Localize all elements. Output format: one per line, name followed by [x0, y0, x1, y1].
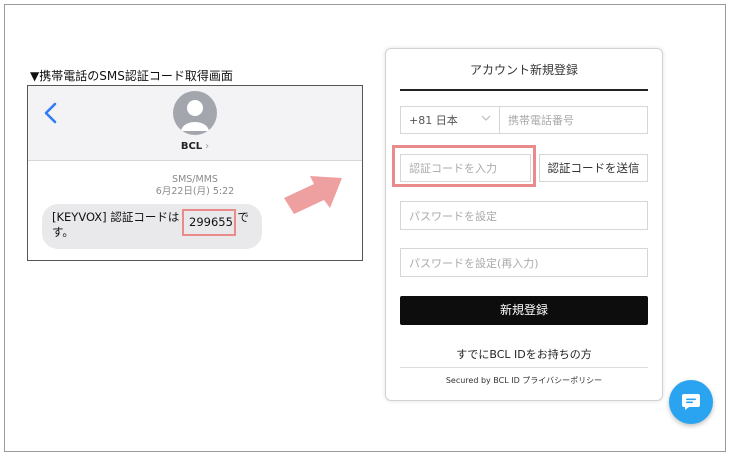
- contact-name-text: BCL: [180, 141, 203, 152]
- sms-message-suffix: で: [237, 210, 249, 224]
- signup-card: アカウント新規登録 +81 日本 携帯電話番号 認証コードを入力 認証コードを送…: [385, 48, 663, 401]
- chevron-down-icon: [481, 115, 491, 121]
- title-divider: [400, 89, 648, 91]
- sms-message-prefix: [KEYVOX] 認証コードは: [52, 210, 180, 224]
- verification-code-input[interactable]: 認証コードを入力: [400, 154, 531, 182]
- footer-divider: [400, 367, 648, 368]
- signup-title: アカウント新規登録: [469, 63, 578, 77]
- code-highlight-box: [182, 209, 236, 236]
- phone-number-placeholder: 携帯電話番号: [508, 114, 574, 127]
- chat-bubble-icon: [682, 394, 700, 410]
- country-select[interactable]: +81 日本: [400, 106, 500, 134]
- chevron-left-icon[interactable]: [41, 102, 63, 124]
- secured-by-footer[interactable]: Secured by BCL ID プライバシーポリシー: [386, 375, 662, 386]
- password-confirm-placeholder: パスワードを設定(再入力): [409, 256, 539, 270]
- chat-button[interactable]: [669, 380, 713, 424]
- existing-account-link[interactable]: すでにBCL IDをお持ちの方: [386, 346, 662, 362]
- person-avatar-icon: [173, 91, 217, 135]
- send-code-button[interactable]: 認証コードを送信: [539, 154, 648, 182]
- register-button[interactable]: 新規登録: [400, 296, 648, 325]
- contact-name[interactable]: BCL ›: [28, 141, 362, 152]
- password-confirm-input[interactable]: パスワードを設定(再入力): [400, 248, 648, 277]
- sms-header: BCL ›: [28, 86, 362, 161]
- verification-code-placeholder: 認証コードを入力: [409, 162, 497, 175]
- phone-number-input[interactable]: 携帯電話番号: [499, 106, 648, 134]
- arrow-right-icon: [284, 176, 342, 214]
- chevron-right-icon: ›: [205, 141, 210, 152]
- password-input[interactable]: パスワードを設定: [400, 201, 648, 230]
- password-placeholder: パスワードを設定: [409, 209, 497, 223]
- country-select-value: +81 日本: [409, 114, 458, 127]
- caption: ▼携帯電話のSMS認証コード取得画面: [30, 69, 233, 83]
